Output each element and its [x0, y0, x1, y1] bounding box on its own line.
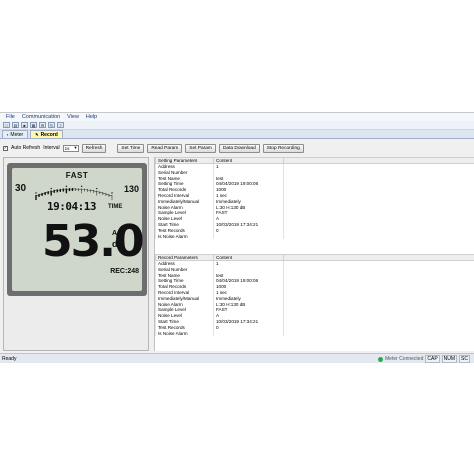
connection-led-icon: [378, 356, 384, 362]
auto-refresh-label: Auto Refresh: [11, 145, 41, 151]
meter-bezel: FAST 30 130 19:04:13 TIME 53.0 A dB REC:…: [7, 163, 147, 296]
menu-help[interactable]: Help: [86, 114, 97, 120]
status-indicators: Meter Connected CAP NUM SC: [378, 355, 470, 363]
record-table-container: Record Parameters Content Address 1 Serial…: [155, 254, 474, 337]
scale-dot: [35, 192, 37, 194]
chevron-down-icon: ▾: [74, 145, 77, 150]
param-name-cell: Is Noise Alarm: [155, 233, 214, 240]
lcd-unit: dB: [112, 239, 124, 249]
table-row[interactable]: Is Noise Alarm: [155, 233, 474, 240]
open-icon[interactable]: ▤: [12, 122, 19, 128]
menu-bar: File Communication View Help: [0, 113, 474, 121]
scale-dot: [50, 187, 52, 190]
lcd-weighting: A: [112, 230, 118, 237]
new-icon[interactable]: □: [3, 122, 10, 128]
num-indicator: NUM: [441, 355, 458, 363]
lcd-display: FAST 30 130 19:04:13 TIME 53.0 A dB REC:…: [12, 168, 145, 291]
scale-dot: [80, 185, 83, 187]
param-value-cell: [213, 233, 284, 240]
record-icon: ✎: [35, 132, 39, 137]
record-parameters-table: Record Parameters Content Address 1 Serial…: [155, 254, 474, 337]
set-param-button[interactable]: Set Param: [185, 143, 216, 153]
param-value-cell: [213, 330, 284, 337]
stop-recording-button[interactable]: Stop Recording: [262, 143, 304, 153]
toolbar: □ ▤ ■ ▦ ⚙ ↻ ?: [0, 121, 474, 130]
menu-file[interactable]: File: [6, 114, 15, 120]
lcd-time: 19:04:13: [47, 200, 96, 213]
parameter-tables: Setting Parameters Content Address 1 Seria…: [154, 157, 474, 351]
filler-cell: [283, 233, 474, 240]
save-icon[interactable]: ■: [21, 122, 28, 128]
read-param-button[interactable]: Read Param: [147, 143, 183, 153]
meter-panel: FAST 30 130 19:04:13 TIME 53.0 A dB REC:…: [3, 157, 149, 351]
scale-dot: [65, 185, 68, 187]
bar-scale: [35, 185, 113, 200]
lcd-range-low: 30: [15, 183, 27, 194]
scale-dot: [111, 192, 113, 194]
table-row[interactable]: Is Noise Alarm: [155, 330, 474, 337]
status-bar: Ready Meter Connected CAP NUM SC: [0, 353, 474, 363]
interval-value: 1s: [64, 145, 70, 151]
lcd-time-label: TIME: [108, 204, 123, 210]
setting-parameters-table: Setting Parameters Content Address 1 Seria…: [155, 157, 474, 240]
connection-status: Meter Connected: [385, 356, 424, 362]
tab-record-label: Record: [40, 131, 58, 138]
tab-meter[interactable]: ▪ Meter: [2, 130, 29, 138]
app-window: File Communication View Help □ ▤ ■ ▦ ⚙ ↻…: [0, 112, 474, 363]
set-time-button[interactable]: Set Time: [117, 143, 145, 153]
settings-icon[interactable]: ⚙: [39, 122, 46, 128]
meter-icon: ▪: [7, 132, 9, 137]
lcd-sound-level: 53.0: [42, 216, 145, 267]
scale-dot: [96, 187, 98, 190]
menu-communication[interactable]: Communication: [22, 114, 60, 120]
refresh-button[interactable]: Refresh: [81, 143, 107, 153]
caps-indicator: CAP: [425, 355, 440, 363]
auto-refresh-checkbox[interactable]: ✓: [3, 145, 8, 151]
param-name-cell: Is Noise Alarm: [155, 330, 214, 337]
help-icon[interactable]: ?: [57, 122, 64, 128]
setting-table-container: Setting Parameters Content Address 1 Seria…: [155, 157, 474, 240]
lcd-record-count: REC:248: [110, 268, 139, 275]
menu-view[interactable]: View: [67, 114, 79, 120]
interval-select[interactable]: 1s ▾: [62, 144, 79, 152]
interval-label: Interval: [43, 145, 60, 151]
tab-strip: ▪ Meter ✎ Record: [0, 130, 474, 139]
scroll-indicator: SC: [459, 355, 470, 363]
status-text: Ready: [2, 355, 17, 362]
lcd-range-high: 130: [123, 184, 139, 194]
tab-record[interactable]: ✎ Record: [30, 130, 63, 138]
data-download-button[interactable]: Data Download: [218, 143, 260, 153]
refresh-icon[interactable]: ↻: [48, 122, 55, 128]
lcd-mode: FAST: [65, 171, 89, 180]
export-icon[interactable]: ▦: [30, 122, 37, 128]
control-row: ✓ Auto Refresh Interval 1s ▾ Refresh Set…: [0, 141, 474, 155]
filler-cell: [283, 330, 474, 337]
tab-meter-label: Meter: [10, 131, 24, 138]
